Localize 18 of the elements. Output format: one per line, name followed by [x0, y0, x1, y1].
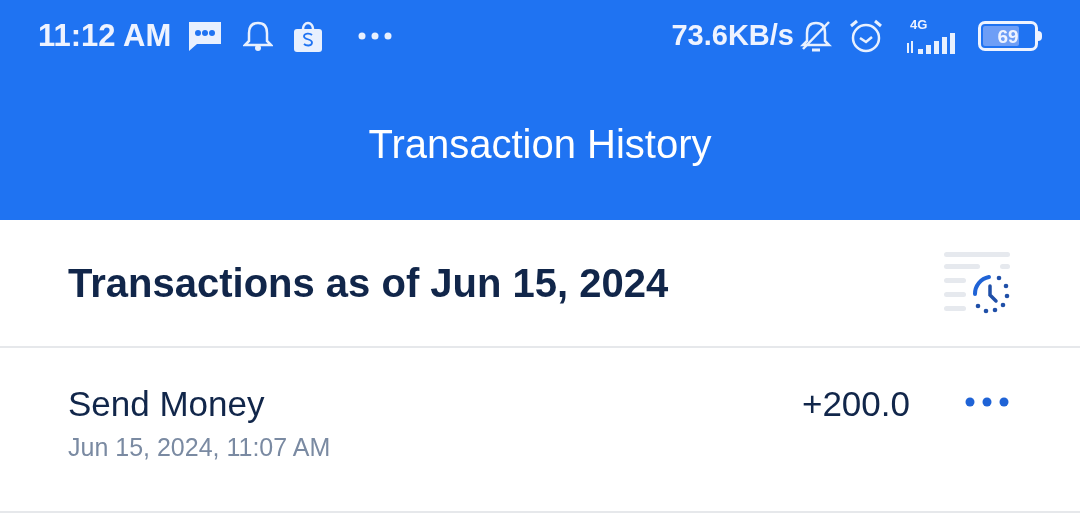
- shopping-bag-icon: [293, 19, 324, 53]
- status-time: 11:12 AM: [38, 16, 172, 55]
- page-title: Transaction History: [368, 121, 712, 168]
- message-icon: [187, 20, 224, 52]
- more-icon: [357, 31, 394, 41]
- more-options-button[interactable]: [964, 396, 1010, 408]
- network-speed: 73.6KB/s: [671, 18, 794, 54]
- bell-icon: [243, 20, 274, 52]
- battery-level: 69: [997, 26, 1019, 46]
- muted-bell-icon: [800, 19, 832, 53]
- more-icon: [964, 396, 1010, 408]
- transaction-amount: +200.0: [801, 386, 910, 421]
- transaction-title: Send Money: [68, 386, 266, 421]
- transaction-date: Jun 15, 2024, 11:07 AM: [68, 435, 332, 460]
- network-type: 4G: [910, 17, 928, 31]
- history-icon: [942, 250, 1010, 316]
- section-title: Transactions as of Jun 15, 2024: [68, 260, 669, 307]
- alarm-clock-icon: [848, 18, 884, 54]
